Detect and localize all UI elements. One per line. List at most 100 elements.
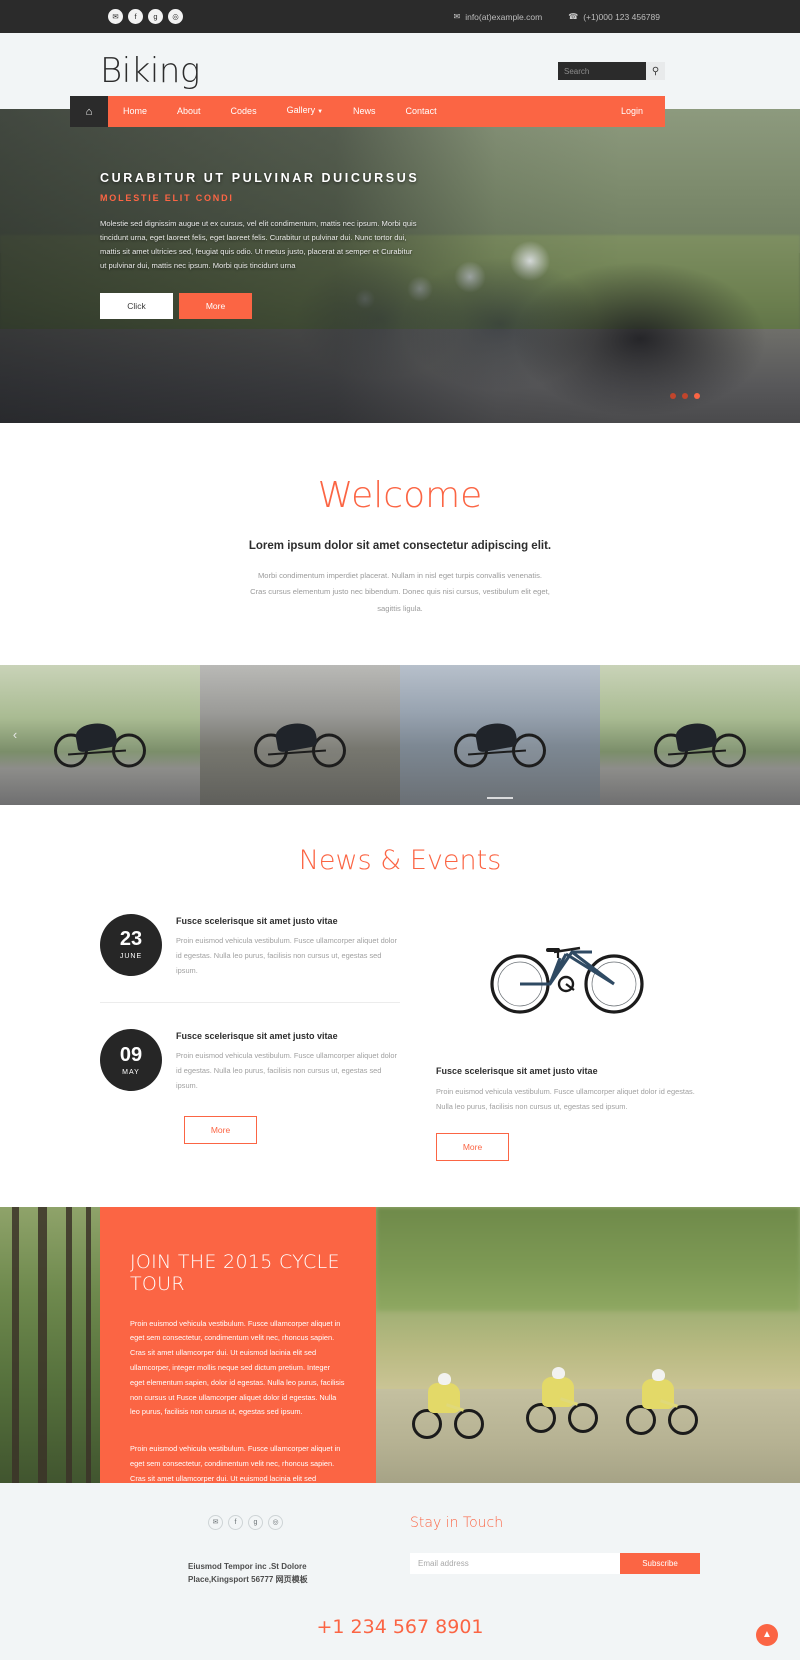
nav-home-icon-button[interactable]: ⌂ xyxy=(70,96,108,127)
hero-more-button[interactable]: More xyxy=(179,293,252,320)
site-logo[interactable]: Biking xyxy=(100,54,200,88)
hero-banner: CURABITUR UT PULVINAR DUICURSUS MOLESTIE… xyxy=(0,109,800,423)
googleplus-icon[interactable]: g xyxy=(248,1514,263,1530)
slider-dot-2[interactable] xyxy=(682,393,688,399)
news-item-title: Fusce scelerisque sit amet justo vitae xyxy=(176,915,338,926)
top-bar: ✉ f g ◎ ✉ info(at)example.com ☎ (+1)000 … xyxy=(0,0,800,33)
footer-phone[interactable]: +1 234 567 8901 xyxy=(100,1616,700,1638)
facebook-icon[interactable]: f xyxy=(228,1514,243,1530)
welcome-section: Welcome Lorem ipsum dolor sit amet conse… xyxy=(0,423,800,665)
news-divider xyxy=(100,1002,400,1004)
search-icon: ⚲ xyxy=(651,65,660,77)
envelope-icon: ✉ xyxy=(453,12,461,21)
cta-photo xyxy=(376,1206,800,1483)
hero-click-button[interactable]: Click xyxy=(100,293,173,320)
newsletter-subscribe-button[interactable]: Subscribe xyxy=(620,1552,700,1574)
cyclist-silhouette xyxy=(452,711,548,768)
back-to-top-button[interactable]: ▲ xyxy=(756,1623,778,1646)
site-footer: ✉ f g ◎ Eiusmod Tempor inc .St Dolore Pl… xyxy=(0,1482,800,1660)
hero-buttons: Click More xyxy=(100,293,420,320)
footer-address: Eiusmod Tempor inc .St Dolore Place,King… xyxy=(188,1560,400,1586)
news-more-button-right[interactable]: More xyxy=(436,1132,509,1161)
nav-item-gallery-label: Gallery xyxy=(286,105,316,115)
gallery-prev-arrow[interactable]: ‹ xyxy=(6,726,24,744)
nav-item-about[interactable]: About xyxy=(162,96,216,127)
welcome-title: Welcome xyxy=(317,475,483,516)
hero-title: CURABITUR UT PULVINAR DUICURSUS xyxy=(100,171,420,185)
nav-item-gallery[interactable]: Gallery ▼ xyxy=(272,95,338,128)
topbar-email[interactable]: ✉ info(at)example.com xyxy=(454,12,543,22)
news-section-title: News & Events xyxy=(298,844,502,876)
nav-item-codes[interactable]: Codes xyxy=(216,96,272,127)
bicycle-icon xyxy=(490,946,644,1014)
news-feature: Fusce scelerisque sit amet justo vitae P… xyxy=(436,914,700,1161)
search-box: ⚲ xyxy=(558,62,665,80)
gallery-slide-4[interactable] xyxy=(600,664,800,805)
slider-dot-3[interactable] xyxy=(694,393,700,399)
home-icon: ⌂ xyxy=(85,105,93,118)
cta-paragraph-1: Proin euismod vehicula vestibulum. Fusce… xyxy=(130,1318,345,1417)
footer-address-line-2: Place,Kingsport 56777 网页模板 xyxy=(188,1574,308,1584)
hero-slider-dots xyxy=(670,393,700,399)
topbar-email-text: info(at)example.com xyxy=(465,11,543,22)
footer-address-line-1: Eiusmod Tempor inc .St Dolore xyxy=(188,1561,307,1571)
dribbble-icon[interactable]: ◎ xyxy=(168,9,183,24)
search-input[interactable] xyxy=(558,62,646,80)
gallery-strip: ‹ xyxy=(0,664,800,805)
cta-trees-image xyxy=(0,1206,100,1483)
gallery-slide-2[interactable] xyxy=(200,664,400,805)
topbar-phone-text: (+1)000 123 456789 xyxy=(583,11,660,22)
news-date-badge: 23 JUNE xyxy=(100,913,162,976)
footer-left: ✉ f g ◎ Eiusmod Tempor inc .St Dolore Pl… xyxy=(100,1514,400,1586)
footer-newsletter: Stay in Touch Subscribe xyxy=(400,1515,700,1586)
newsletter-form: Subscribe xyxy=(410,1552,700,1574)
nav-item-home[interactable]: Home xyxy=(108,96,162,127)
gallery-slide-1[interactable] xyxy=(0,664,200,805)
main-navigation: ⌂ Home About Codes Gallery ▼ News Contact… xyxy=(0,96,800,127)
hero-subtitle: MOLESTIE ELIT CONDI xyxy=(100,193,234,203)
newsletter-title: Stay in Touch xyxy=(410,1514,504,1531)
cyclist-silhouette xyxy=(652,711,748,768)
topbar-phone[interactable]: ☎ (+1)000 123 456789 xyxy=(568,12,660,22)
news-list: 23 JUNE Fusce scelerisque sit amet justo… xyxy=(100,913,400,1161)
gallery-slide-3[interactable] xyxy=(400,664,600,805)
cyclist-silhouette xyxy=(52,711,148,768)
welcome-subtitle: Lorem ipsum dolor sit amet consectetur a… xyxy=(248,540,552,552)
gallery-indicator xyxy=(487,796,513,799)
nav-login-link[interactable]: Login xyxy=(621,96,665,127)
facebook-icon[interactable]: f xyxy=(128,9,143,24)
topbar-social-list: ✉ f g ◎ xyxy=(108,9,183,24)
news-section: News & Events 23 JUNE Fusce scelerisque … xyxy=(0,804,800,1207)
slider-dot-1[interactable] xyxy=(670,393,676,399)
googleplus-icon[interactable]: g xyxy=(148,9,163,24)
news-date-month: MAY xyxy=(122,1068,140,1076)
news-feature-text: Proin euismod vehicula vestibulum. Fusce… xyxy=(436,1086,695,1111)
news-feature-title: Fusce scelerisque sit amet justo vitae xyxy=(436,1065,598,1076)
news-item-text: Proin euismod vehicula vestibulum. Fusce… xyxy=(176,1051,398,1090)
hero-paragraph: Molestie sed dignissim augue ut ex cursu… xyxy=(100,219,417,271)
search-button[interactable]: ⚲ xyxy=(646,62,665,80)
cta-section: JOIN THE 2015 CYCLE TOUR Proin euismod v… xyxy=(0,1206,800,1513)
cyclist-silhouette xyxy=(252,711,348,768)
twitter-icon[interactable]: ✉ xyxy=(108,9,123,24)
news-item[interactable]: 23 JUNE Fusce scelerisque sit amet justo… xyxy=(100,913,400,978)
cta-title: JOIN THE 2015 CYCLE TOUR xyxy=(130,1250,340,1295)
hero-content: CURABITUR UT PULVINAR DUICURSUS MOLESTIE… xyxy=(100,171,420,320)
news-more-button-left[interactable]: More xyxy=(184,1115,257,1144)
news-date-month: JUNE xyxy=(119,953,143,961)
nav-links: Home About Codes Gallery ▼ News Contact xyxy=(108,96,452,127)
nav-item-contact[interactable]: Contact xyxy=(391,96,452,127)
news-date-day: 09 xyxy=(119,1043,143,1066)
footer-social-list: ✉ f g ◎ xyxy=(208,1514,400,1530)
news-item[interactable]: 09 MAY Fusce scelerisque sit amet justo … xyxy=(100,1029,400,1093)
newsletter-email-input[interactable] xyxy=(410,1552,620,1574)
news-date-day: 23 xyxy=(119,928,143,951)
topbar-contact: ✉ info(at)example.com ☎ (+1)000 123 4567… xyxy=(454,12,800,22)
phone-icon: ☎ xyxy=(568,12,579,21)
twitter-icon[interactable]: ✉ xyxy=(208,1514,223,1530)
news-item-title: Fusce scelerisque sit amet justo vitae xyxy=(176,1031,338,1042)
dribbble-icon[interactable]: ◎ xyxy=(268,1514,283,1530)
nav-item-news[interactable]: News xyxy=(338,96,391,127)
cta-panel: JOIN THE 2015 CYCLE TOUR Proin euismod v… xyxy=(100,1206,376,1513)
news-item-text: Proin euismod vehicula vestibulum. Fusce… xyxy=(176,935,398,975)
